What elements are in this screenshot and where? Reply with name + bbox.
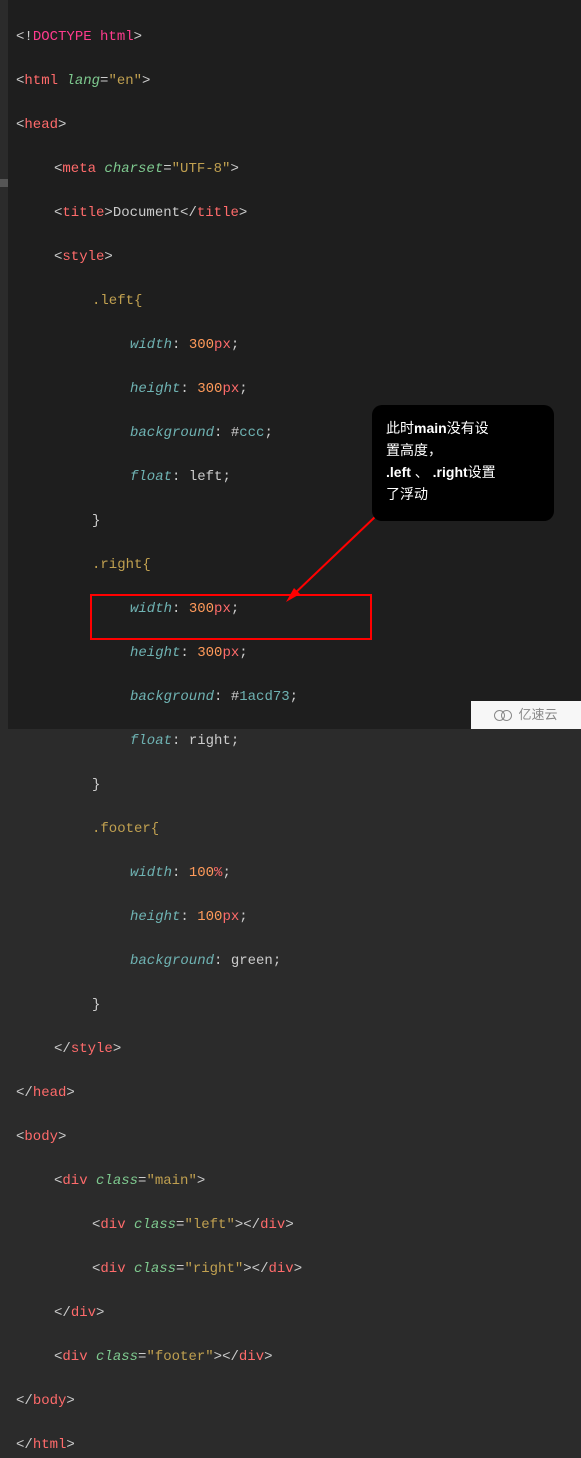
annotation-tooltip: 此时main没有设 置高度， .left 、 .right设置 了浮动 bbox=[372, 405, 554, 521]
code-line: <style> bbox=[16, 246, 581, 268]
code-line: float: right; bbox=[16, 730, 581, 752]
watermark-text: 亿速云 bbox=[518, 704, 557, 726]
code-line: <div class="left"></div> bbox=[16, 1214, 581, 1236]
code-line: height: 300px; bbox=[16, 378, 581, 400]
insertion-marker-icon bbox=[0, 179, 8, 187]
code-line: <html lang="en"> bbox=[16, 70, 581, 92]
code-line: </body> bbox=[16, 1390, 581, 1412]
code-line: </head> bbox=[16, 1082, 581, 1104]
code-line: width: 300px; bbox=[16, 598, 581, 620]
code-line: </html> bbox=[16, 1434, 581, 1456]
code-line: height: 300px; bbox=[16, 642, 581, 664]
cloud-logo-icon bbox=[494, 709, 514, 721]
code-line: .right{ bbox=[16, 554, 581, 576]
code-line: <title>Document</title> bbox=[16, 202, 581, 224]
watermark: 亿速云 bbox=[471, 701, 581, 729]
code-line: <div class="main"> bbox=[16, 1170, 581, 1192]
code-line: background: green; bbox=[16, 950, 581, 972]
code-line: <!DOCTYPE html> bbox=[16, 26, 581, 48]
code-line: </style> bbox=[16, 1038, 581, 1060]
code-line: <meta charset="UTF-8"> bbox=[16, 158, 581, 180]
tooltip-line: .left 、 .right设置 bbox=[386, 461, 540, 483]
code-line: } bbox=[16, 994, 581, 1016]
code-line: width: 300px; bbox=[16, 334, 581, 356]
code-line: width: 100%; bbox=[16, 862, 581, 884]
code-line: .footer{ bbox=[16, 818, 581, 840]
code-line: .left{ bbox=[16, 290, 581, 312]
code-line: } bbox=[16, 774, 581, 796]
editor-gutter bbox=[0, 0, 8, 729]
code-line: <div class="footer"></div> bbox=[16, 1346, 581, 1368]
code-line: height: 100px; bbox=[16, 906, 581, 928]
code-line: <head> bbox=[16, 114, 581, 136]
tooltip-line: 置高度， bbox=[386, 439, 540, 461]
code-line: <div class="right"></div> bbox=[16, 1258, 581, 1280]
code-line: <body> bbox=[16, 1126, 581, 1148]
code-editor: <!DOCTYPE html> <html lang="en"> <head> … bbox=[8, 0, 581, 729]
tooltip-line: 了浮动 bbox=[386, 483, 540, 505]
code-line: </div> bbox=[16, 1302, 581, 1324]
tooltip-line: 此时main没有设 bbox=[386, 417, 540, 439]
